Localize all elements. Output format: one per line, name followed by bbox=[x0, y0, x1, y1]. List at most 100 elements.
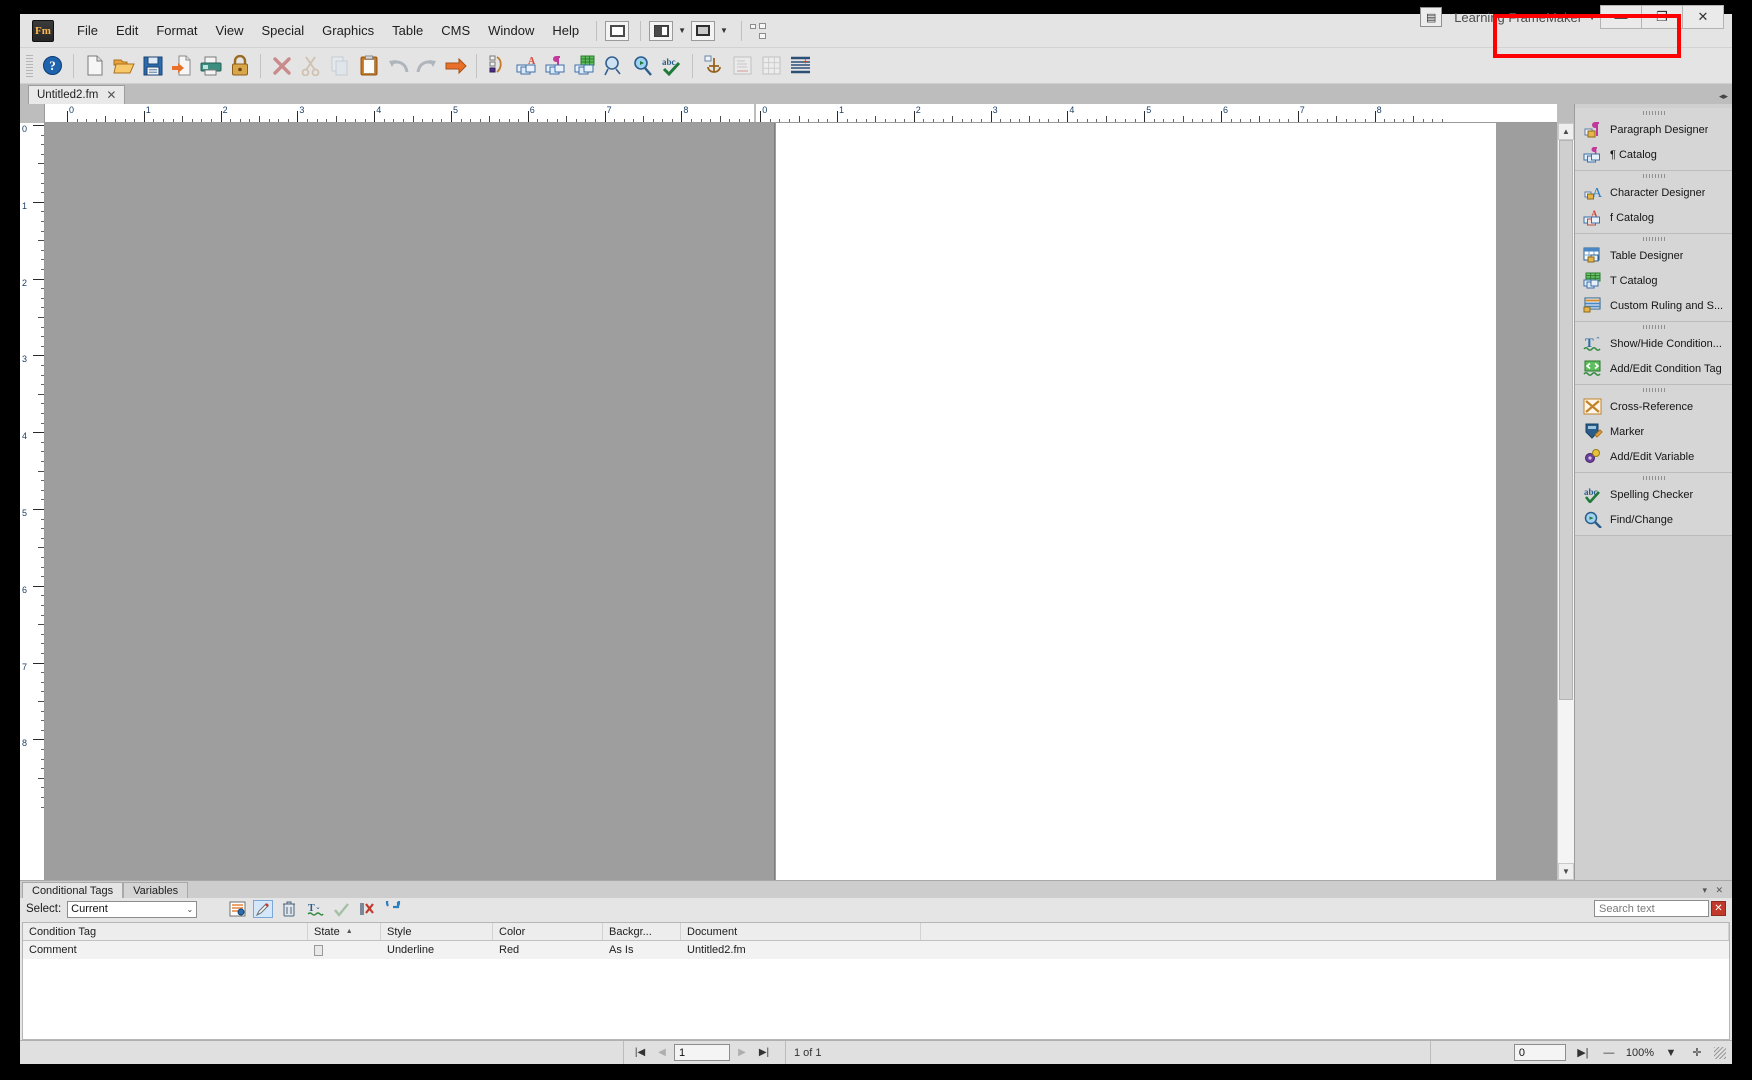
pod-item-add-edit-condition-tag[interactable]: Add/Edit Condition Tag bbox=[1575, 356, 1732, 381]
close-icon[interactable]: ✕ bbox=[106, 88, 116, 102]
pod-item-cross-reference[interactable]: Cross-Reference bbox=[1575, 394, 1732, 419]
tabstrip-overflow-icon[interactable]: ◂▸ bbox=[1719, 91, 1728, 102]
state-checkbox[interactable] bbox=[314, 944, 323, 956]
pod-item-f-catalog[interactable]: Af Catalog bbox=[1575, 205, 1732, 230]
column-header-color[interactable]: Color bbox=[493, 923, 603, 940]
spelling-icon[interactable]: abc bbox=[657, 51, 686, 80]
column-header-condition-tag[interactable]: Condition Tag bbox=[23, 923, 308, 940]
pod-item-character-designer[interactable]: A Character Designer bbox=[1575, 180, 1732, 205]
pod-item-catalog[interactable]: ¶ Catalog bbox=[1575, 142, 1732, 167]
paragraph-format-icon[interactable]: + bbox=[786, 51, 815, 80]
horizontal-ruler[interactable]: 0 1 2 3 4 5 6 7 8 0 1 2 3 4 5 6 7 8 bbox=[45, 104, 1557, 123]
cut-icon[interactable] bbox=[296, 51, 325, 80]
import-icon[interactable] bbox=[167, 51, 196, 80]
print-icon[interactable] bbox=[196, 51, 225, 80]
scroll-up-icon[interactable]: ▲ bbox=[1558, 123, 1574, 140]
zoom-out-button[interactable]: — bbox=[1600, 1044, 1618, 1062]
help-icon[interactable]: ? bbox=[38, 51, 67, 80]
save-icon[interactable] bbox=[138, 51, 167, 80]
scrollbar-thumb[interactable] bbox=[1559, 140, 1573, 700]
undo-icon[interactable] bbox=[383, 51, 412, 80]
previous-page-button[interactable]: ◀ bbox=[652, 1044, 672, 1062]
delete-icon[interactable] bbox=[267, 51, 296, 80]
next-page-button[interactable]: ▶ bbox=[732, 1044, 752, 1062]
pod-tree-icon[interactable] bbox=[749, 22, 766, 39]
redo-icon[interactable] bbox=[412, 51, 441, 80]
restore-button[interactable]: ❐ bbox=[1641, 5, 1683, 29]
document-tab-untitled2[interactable]: Untitled2.fm ✕ bbox=[28, 85, 126, 104]
quick-access-icon[interactable] bbox=[441, 51, 470, 80]
menu-table[interactable]: Table bbox=[383, 19, 432, 42]
pod-group-drag-handle[interactable] bbox=[1575, 322, 1732, 331]
pod-item-custom-ruling-and-s[interactable]: Custom Ruling and S... bbox=[1575, 293, 1732, 318]
pod-group-drag-handle[interactable] bbox=[1575, 473, 1732, 482]
document-canvas[interactable]: ¶ bbox=[45, 123, 1557, 880]
check-apply-icon[interactable] bbox=[331, 900, 351, 918]
anchored-frame-icon[interactable] bbox=[699, 51, 728, 80]
toolbar-grip[interactable] bbox=[26, 54, 33, 77]
pod-menu-icon[interactable]: ▾ ✕ bbox=[1702, 885, 1726, 896]
clear-search-icon[interactable]: ✕ bbox=[1711, 901, 1726, 916]
new-document-icon[interactable] bbox=[80, 51, 109, 80]
vertical-ruler[interactable]: 0 1 2 3 4 5 6 7 8 bbox=[20, 123, 45, 880]
open-folder-icon[interactable] bbox=[109, 51, 138, 80]
pod-group-drag-handle[interactable] bbox=[1575, 171, 1732, 180]
pod-item-show-hide-condition[interactable]: T ⌃ Show/Hide Condition... bbox=[1575, 331, 1732, 356]
pod-item-t-catalog[interactable]: T Catalog bbox=[1575, 268, 1732, 293]
lock-icon[interactable] bbox=[225, 51, 254, 80]
split-view-icon[interactable] bbox=[649, 20, 674, 41]
zoom-chevron-down-icon[interactable]: ▼ bbox=[1662, 1044, 1680, 1062]
insert-text-frame-icon[interactable] bbox=[728, 51, 757, 80]
scroll-down-icon[interactable]: ▼ bbox=[1558, 863, 1574, 880]
insert-table-icon[interactable] bbox=[757, 51, 786, 80]
last-page-button[interactable]: ▶| bbox=[754, 1044, 774, 1062]
menu-format[interactable]: Format bbox=[147, 19, 206, 42]
flow-input[interactable]: 0 bbox=[1513, 1044, 1566, 1061]
first-page-button[interactable]: |◀ bbox=[630, 1044, 650, 1062]
zoom-in-icon[interactable] bbox=[599, 51, 628, 80]
window-resize-grip[interactable] bbox=[1714, 1046, 1726, 1059]
menu-cms[interactable]: CMS bbox=[432, 19, 479, 42]
pod-item-find-change[interactable]: Find/Change bbox=[1575, 507, 1732, 532]
pod-group-drag-handle[interactable] bbox=[1575, 385, 1732, 394]
paragraph-catalog-icon[interactable] bbox=[541, 51, 570, 80]
screen-mode-icon[interactable] bbox=[691, 20, 716, 41]
delete-condition-tag-icon[interactable] bbox=[279, 900, 299, 918]
paste-icon[interactable] bbox=[354, 51, 383, 80]
edit-condition-tag-icon[interactable] bbox=[253, 900, 274, 918]
find-icon[interactable] bbox=[628, 51, 657, 80]
pod-item-add-edit-variable[interactable]: Add/Edit Variable bbox=[1575, 444, 1732, 469]
split-view-chevron-down-icon[interactable]: ▼ bbox=[678, 26, 686, 35]
menu-edit[interactable]: Edit bbox=[107, 19, 147, 42]
pod-item-table-designer[interactable]: Table Designer bbox=[1575, 243, 1732, 268]
tab-conditional-tags[interactable]: Conditional Tags bbox=[22, 882, 124, 898]
pod-group-drag-handle[interactable] bbox=[1575, 234, 1732, 243]
menu-window[interactable]: Window bbox=[479, 19, 543, 42]
refresh-icon[interactable] bbox=[383, 900, 403, 918]
pod-group-drag-handle[interactable] bbox=[1575, 108, 1732, 117]
apply-condition-tag-icon[interactable]: T ⌄ bbox=[305, 900, 325, 918]
tab-variables[interactable]: Variables bbox=[123, 882, 189, 898]
toggle-panel-icon[interactable] bbox=[605, 20, 630, 41]
pod-item-paragraph-designer[interactable]: Paragraph Designer bbox=[1575, 117, 1732, 142]
new-condition-tag-icon[interactable] bbox=[227, 900, 247, 918]
menu-graphics[interactable]: Graphics bbox=[313, 19, 383, 42]
screen-mode-chevron-down-icon[interactable]: ▼ bbox=[720, 26, 728, 35]
copy-icon[interactable] bbox=[325, 51, 354, 80]
character-catalog-icon[interactable]: A bbox=[512, 51, 541, 80]
column-header-document[interactable]: Document bbox=[681, 923, 921, 940]
go-to-flow-icon[interactable]: ▶| bbox=[1574, 1044, 1592, 1062]
scrollbar-track[interactable] bbox=[1558, 140, 1574, 863]
workspace-chevron-down-icon[interactable]: ▼ bbox=[1588, 13, 1596, 22]
pod-item-marker[interactable]: Marker bbox=[1575, 419, 1732, 444]
column-header-background[interactable]: Backgr... bbox=[603, 923, 681, 940]
select-dropdown[interactable]: Current ⌄ bbox=[67, 900, 198, 918]
structure-view-icon[interactable] bbox=[483, 51, 512, 80]
canvas-vertical-scrollbar[interactable]: ▲ ▼ bbox=[1557, 123, 1574, 880]
menu-help[interactable]: Help bbox=[543, 19, 588, 42]
remove-condition-icon[interactable] bbox=[357, 900, 377, 918]
page-number-input[interactable]: 1 bbox=[674, 1044, 730, 1061]
document-page[interactable]: ¶ bbox=[776, 123, 1557, 880]
pod-item-spelling-checker[interactable]: abc Spelling Checker bbox=[1575, 482, 1732, 507]
zoom-in-button[interactable]: ✛ bbox=[1688, 1044, 1706, 1062]
